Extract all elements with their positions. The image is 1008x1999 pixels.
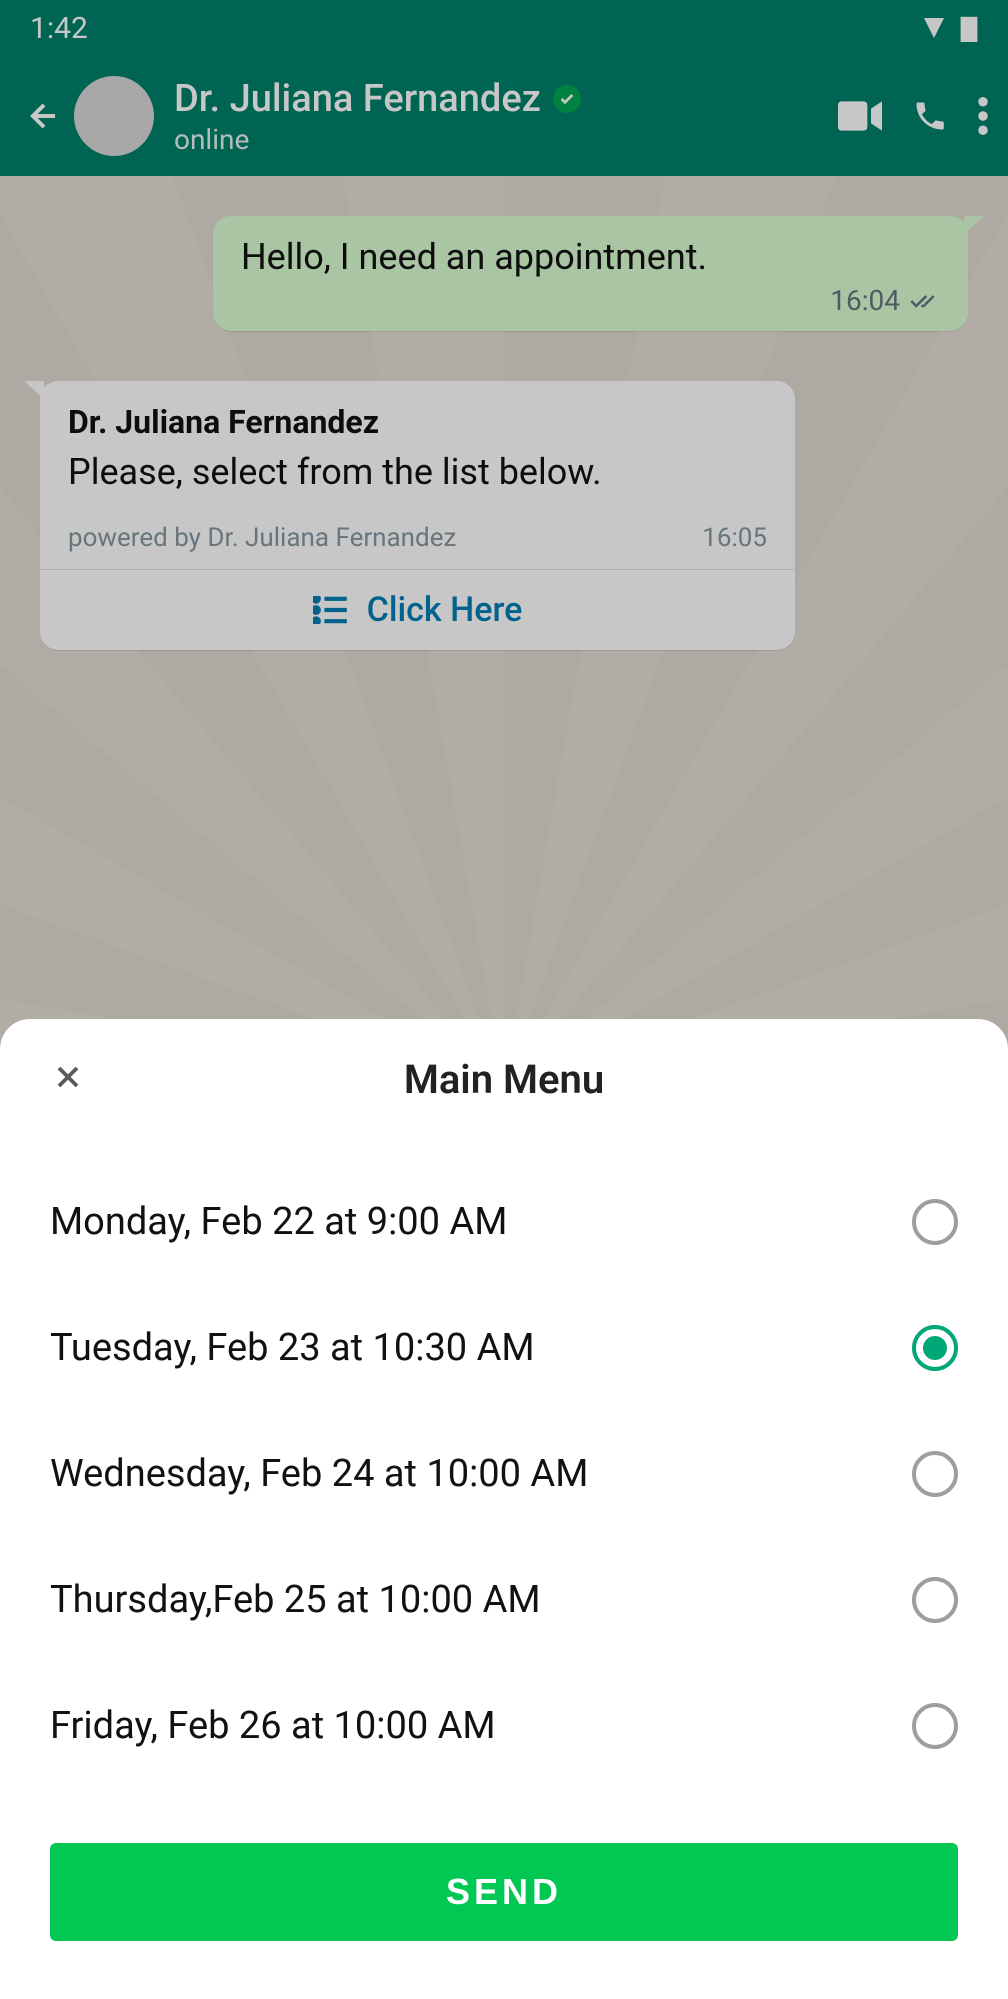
- option-label: Monday, Feb 22 at 9:00 AM: [50, 1200, 507, 1244]
- option-mon[interactable]: Monday, Feb 22 at 9:00 AM: [0, 1159, 1008, 1285]
- option-label: Wednesday, Feb 24 at 10:00 AM: [50, 1452, 588, 1496]
- option-thu[interactable]: Thursday,Feb 25 at 10:00 AM: [0, 1537, 1008, 1663]
- option-label: Thursday,Feb 25 at 10:00 AM: [50, 1578, 541, 1622]
- option-fri[interactable]: Friday, Feb 26 at 10:00 AM: [0, 1663, 1008, 1789]
- radio-icon: [912, 1451, 958, 1497]
- send-label: SEND: [446, 1871, 562, 1913]
- sheet-title: Main Menu: [404, 1056, 604, 1103]
- options-list: Monday, Feb 22 at 9:00 AM Tuesday, Feb 2…: [0, 1129, 1008, 1819]
- send-button[interactable]: SEND: [50, 1843, 958, 1941]
- close-icon: [50, 1059, 86, 1095]
- radio-icon: [912, 1577, 958, 1623]
- radio-icon: [912, 1199, 958, 1245]
- radio-icon: [912, 1325, 958, 1371]
- bottom-sheet: Main Menu Monday, Feb 22 at 9:00 AM Tues…: [0, 1019, 1008, 1999]
- option-tue[interactable]: Tuesday, Feb 23 at 10:30 AM: [0, 1285, 1008, 1411]
- sheet-header: Main Menu: [0, 1019, 1008, 1129]
- option-label: Tuesday, Feb 23 at 10:30 AM: [50, 1326, 535, 1370]
- close-button[interactable]: [50, 1059, 90, 1099]
- option-label: Friday, Feb 26 at 10:00 AM: [50, 1704, 496, 1748]
- option-wed[interactable]: Wednesday, Feb 24 at 10:00 AM: [0, 1411, 1008, 1537]
- radio-icon: [912, 1703, 958, 1749]
